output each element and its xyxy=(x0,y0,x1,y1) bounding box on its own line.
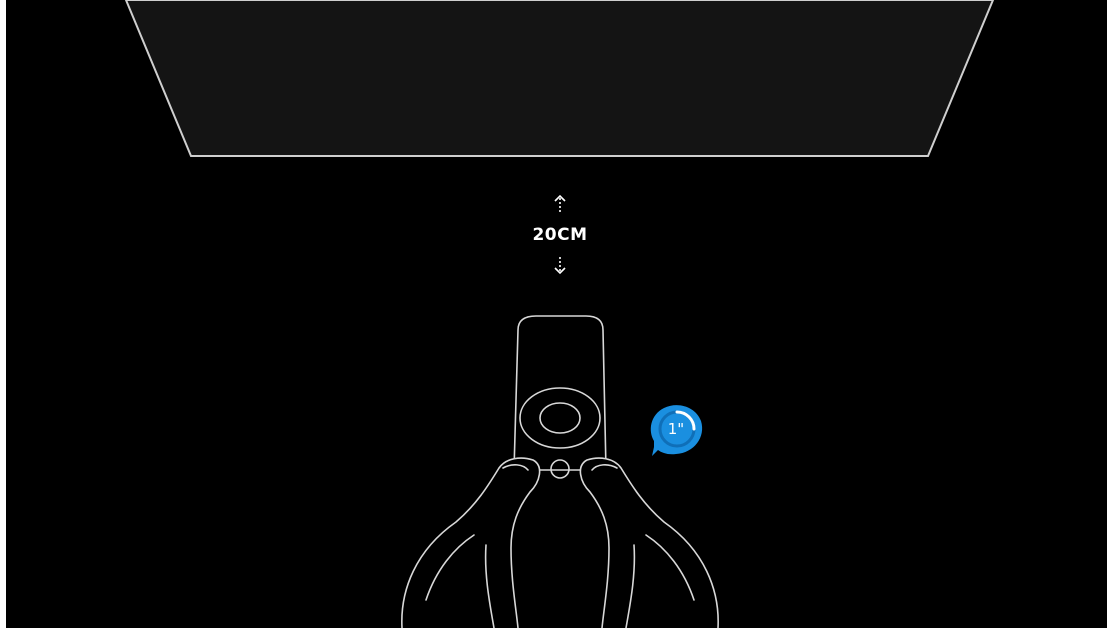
pairing-guide-screen: 20CM 1" xyxy=(6,0,1107,628)
countdown-label: 1" xyxy=(667,420,685,438)
arrow-up-icon xyxy=(554,194,566,214)
tv-illustration xyxy=(124,0,995,157)
remote-control-illustration xyxy=(513,315,607,479)
pairing-illustration xyxy=(124,0,995,628)
arrow-down-icon xyxy=(554,257,566,275)
hands-illustration xyxy=(401,457,719,628)
distance-label: 20CM xyxy=(532,225,588,245)
